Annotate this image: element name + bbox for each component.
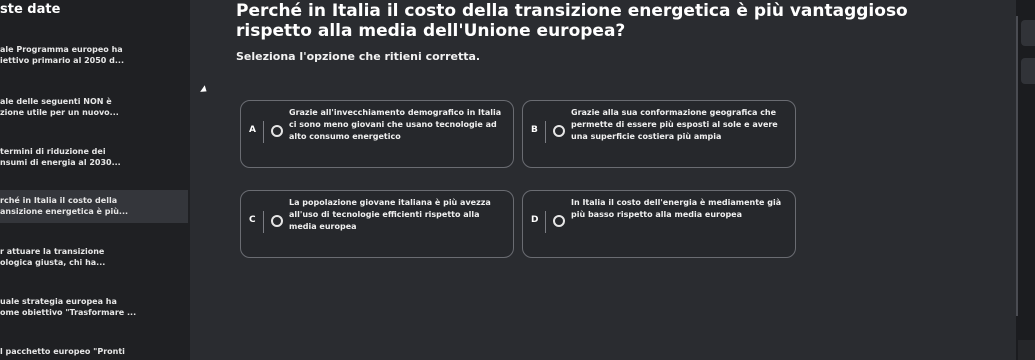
radio-button-icon[interactable] (553, 215, 565, 227)
question-list-sidebar: ste date ale Programma europeo ha iettiv… (0, 0, 190, 360)
sidebar-question-item-active[interactable]: rché in Italia il costo della ansizione … (0, 190, 188, 223)
answer-option-a[interactable]: A Grazie all'invecchiamento demografico … (240, 100, 514, 168)
sidebar-item-line: ale Programma europeo ha (0, 45, 123, 54)
side-tab[interactable] (1021, 58, 1035, 84)
option-divider (263, 121, 264, 143)
radio-button-icon[interactable] (271, 215, 283, 227)
sidebar-title: ste date (0, 2, 61, 17)
option-text: La popolazione giovane italiana è più av… (289, 198, 491, 231)
option-divider (263, 211, 264, 233)
option-divider (545, 121, 546, 143)
question-instruction: Seleziona l'opzione che ritieni corretta… (236, 50, 481, 63)
sidebar-item-line: uale strategia europea ha (0, 297, 117, 306)
sidebar-item-line: nsumi di energia al 2030... (0, 158, 121, 167)
sidebar-item-line: ale delle seguenti NON è (0, 97, 112, 106)
option-letter: C (249, 215, 256, 225)
side-tab-bottom (1018, 340, 1035, 360)
question-title-line: Perché in Italia il costo della transizi… (236, 1, 908, 21)
option-letter: D (531, 215, 539, 225)
sidebar-item-line: rché in Italia il costo della (0, 196, 118, 205)
radio-button-icon[interactable] (553, 125, 565, 137)
sidebar-question-item[interactable]: r attuare la transizione ologica giusta,… (0, 246, 188, 268)
option-divider (545, 211, 546, 233)
mouse-cursor-icon (200, 85, 209, 95)
sidebar-item-line: ome obiettivo "Trasformare ... (0, 308, 137, 317)
side-tab[interactable] (1021, 20, 1035, 46)
sidebar-item-line: iettivo primario al 2050 d... (0, 56, 124, 65)
answer-option-d[interactable]: D In Italia il costo dell'energia è medi… (522, 190, 796, 258)
sidebar-question-item[interactable]: l pacchetto europeo "Pronti (0, 346, 188, 357)
sidebar-question-item[interactable]: ale Programma europeo ha iettivo primari… (0, 44, 188, 66)
option-text: In Italia il costo dell'energia è mediam… (571, 198, 782, 219)
sidebar-item-line: r attuare la transizione (0, 247, 105, 256)
radio-button-icon[interactable] (271, 125, 283, 137)
option-text: Grazie all'invecchiamento demografico in… (289, 108, 502, 141)
option-letter: B (531, 125, 538, 135)
answer-option-b[interactable]: B Grazie alla sua conformazione geografi… (522, 100, 796, 168)
option-text: Grazie alla sua conformazione geografica… (571, 108, 778, 141)
question-title: Perché in Italia il costo della transizi… (236, 0, 1035, 42)
option-letter: A (249, 125, 256, 135)
sidebar-question-item[interactable]: termini di riduzione dei nsumi di energi… (0, 146, 188, 168)
sidebar-item-line: l pacchetto europeo "Pronti (0, 347, 125, 356)
answer-option-c[interactable]: C La popolazione giovane italiana è più … (240, 190, 514, 258)
question-title-line: rispetto alla media dell'Unione europea? (236, 21, 626, 41)
sidebar-question-item[interactable]: uale strategia europea ha ome obiettivo … (0, 296, 188, 318)
right-border-line (1016, 16, 1018, 316)
sidebar-item-line: ansizione energetica è più... (0, 207, 129, 216)
sidebar-question-item[interactable]: ale delle seguenti NON è zione utile per… (0, 96, 188, 118)
right-screen-edge (1016, 0, 1035, 360)
sidebar-item-line: termini di riduzione dei (0, 147, 106, 156)
sidebar-item-line: ologica giusta, chi ha... (0, 258, 106, 267)
sidebar-item-line: zione utile per un nuovo... (0, 108, 119, 117)
